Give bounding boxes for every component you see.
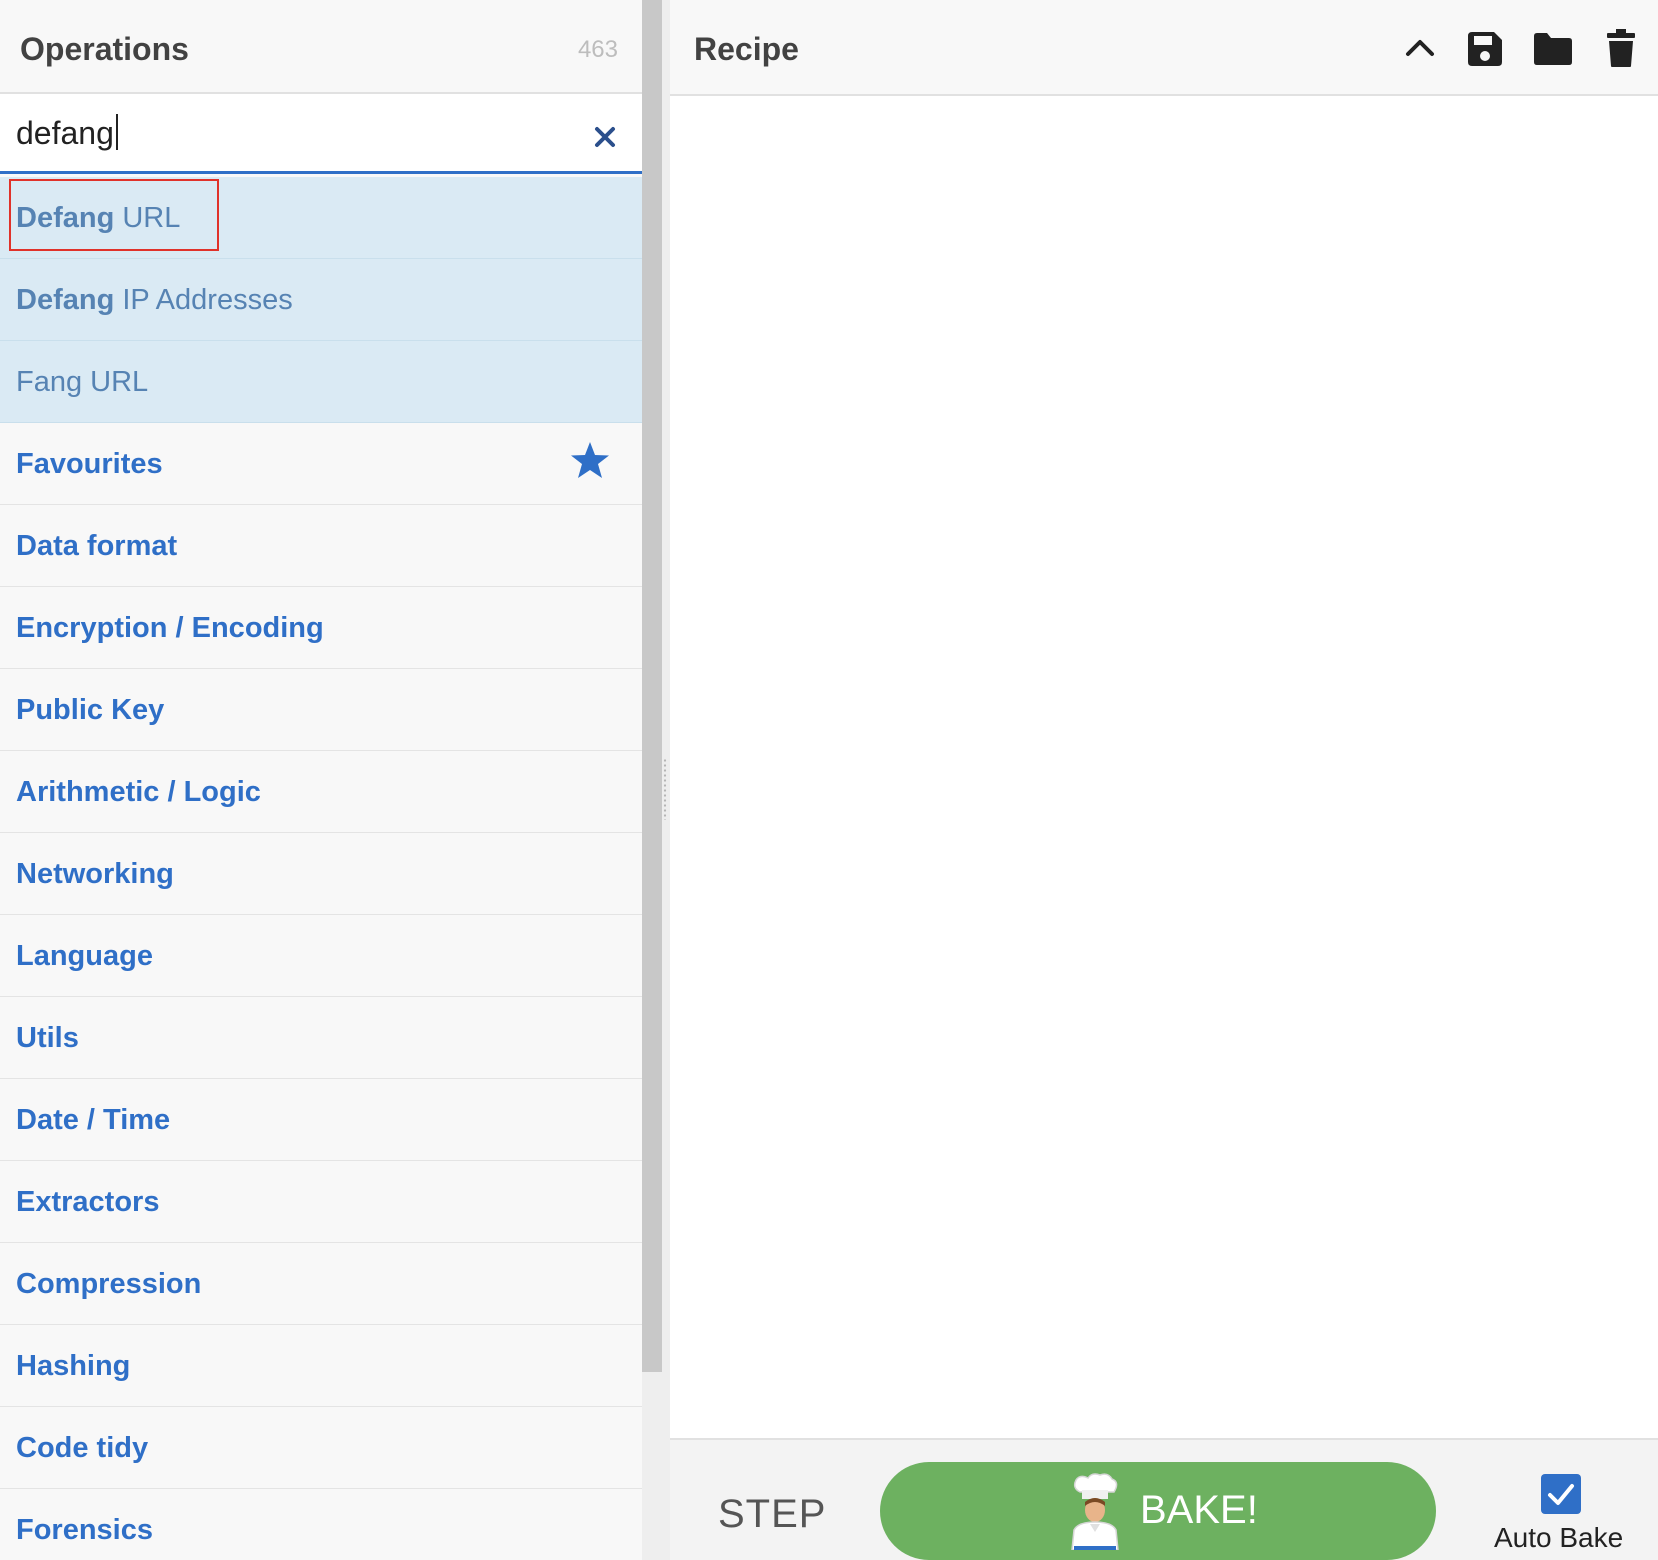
operations-panel: Operations 463 Defang URL Defang IP Addr…	[0, 0, 642, 1560]
scrollbar-track	[642, 1372, 662, 1560]
operations-title: Operations	[20, 31, 189, 67]
search-bar	[0, 94, 642, 174]
star-icon	[571, 442, 609, 478]
category-language[interactable]: Language	[0, 915, 642, 997]
category-data-format[interactable]: Data format	[0, 505, 642, 587]
category-extractors[interactable]: Extractors	[0, 1161, 642, 1243]
category-arithmetic-logic[interactable]: Arithmetic / Logic	[0, 751, 642, 833]
folder-icon[interactable]	[1532, 32, 1574, 66]
result-label: URL	[114, 202, 181, 234]
trash-icon[interactable]	[1606, 28, 1636, 68]
close-icon[interactable]	[590, 122, 620, 152]
result-match: Defang	[16, 202, 115, 234]
search-result-defang-ip-addresses[interactable]: Defang IP Addresses	[0, 259, 642, 341]
splitter-handle[interactable]	[663, 758, 667, 820]
search-input[interactable]	[14, 112, 578, 154]
step-button[interactable]: STEP	[718, 1492, 826, 1537]
category-forensics[interactable]: Forensics	[0, 1489, 642, 1560]
recipe-drop-area[interactable]	[670, 96, 1658, 1438]
operations-count: 463	[577, 36, 618, 63]
bake-label: BAKE!	[1140, 1488, 1258, 1532]
category-networking[interactable]: Networking	[0, 833, 642, 915]
recipe-header: Recipe	[670, 0, 1658, 96]
bake-controls: STEP BAKE! Auto Bake	[670, 1438, 1658, 1560]
result-label: Fang URL	[16, 366, 149, 398]
chevron-up-icon[interactable]	[1404, 36, 1436, 60]
operations-scrollbar[interactable]	[642, 0, 662, 1372]
category-hashing[interactable]: Hashing	[0, 1325, 642, 1407]
recipe-title: Recipe	[694, 31, 799, 67]
search-result-fang-url[interactable]: Fang URL	[0, 341, 642, 423]
chef-icon	[1071, 1473, 1119, 1550]
bake-button[interactable]: BAKE!	[880, 1462, 1436, 1560]
save-icon[interactable]	[1466, 30, 1504, 68]
category-date-time[interactable]: Date / Time	[0, 1079, 642, 1161]
category-code-tidy[interactable]: Code tidy	[0, 1407, 642, 1489]
auto-bake-label: Auto Bake	[1494, 1522, 1624, 1553]
result-label: IP Addresses	[114, 284, 293, 316]
search-result-defang-url[interactable]: Defang URL	[0, 177, 642, 259]
checkmark-icon	[1548, 1484, 1574, 1505]
category-public-key[interactable]: Public Key	[0, 669, 642, 751]
category-utils[interactable]: Utils	[0, 997, 642, 1079]
category-favourites[interactable]: Favourites	[0, 423, 642, 505]
category-compression[interactable]: Compression	[0, 1243, 642, 1325]
auto-bake-checkbox[interactable]	[1541, 1474, 1581, 1514]
category-encryption-encoding[interactable]: Encryption / Encoding	[0, 587, 642, 669]
text-cursor	[116, 114, 118, 150]
operations-header: Operations 463	[0, 0, 642, 94]
result-match: Defang	[16, 284, 115, 316]
